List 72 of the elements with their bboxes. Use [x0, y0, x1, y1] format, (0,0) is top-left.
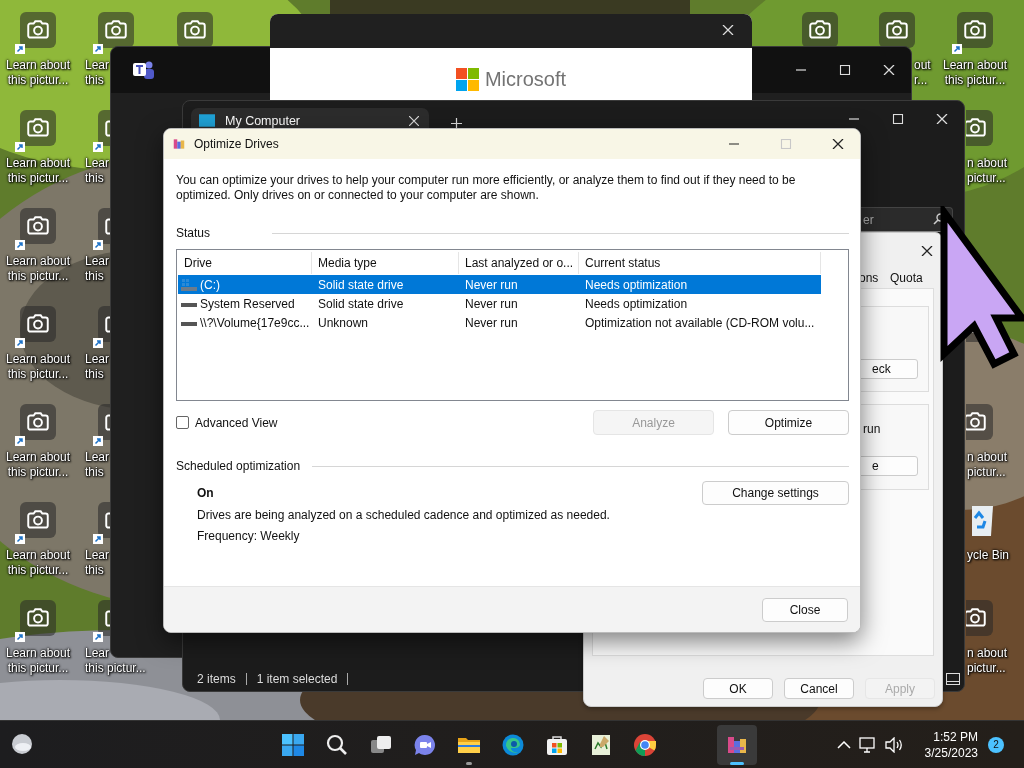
table-cell: (C:) — [178, 277, 312, 292]
icon-label[interactable]: this — [85, 465, 104, 480]
icon-label[interactable]: ycle Bin — [967, 548, 1010, 563]
icon-label[interactable]: Lear — [85, 646, 110, 661]
icon-label[interactable]: this pictur... — [936, 73, 1014, 88]
icon-label[interactable]: this — [85, 171, 104, 186]
table-cell-text: Unknown — [317, 315, 370, 330]
column-header[interactable]: Current status — [579, 252, 821, 274]
icon-label[interactable]: this pictur... — [85, 661, 146, 676]
table-cell-text: Needs optimization — [584, 277, 689, 292]
icon-label[interactable]: this pictur... — [0, 269, 77, 284]
icon-label[interactable]: pictur... — [967, 171, 1006, 186]
icon-label[interactable]: r... — [914, 73, 928, 88]
icon-label[interactable]: Learn about — [0, 352, 77, 367]
icon-label[interactable]: n about — [967, 450, 1008, 465]
column-header[interactable]: Last analyzed or o... — [459, 252, 579, 274]
icon-label[interactable]: this pictur... — [0, 367, 77, 382]
icon-label[interactable]: Lear — [85, 450, 110, 465]
section-heading: Status — [176, 226, 212, 240]
table-cell-text: Solid state drive — [317, 277, 405, 292]
description-text: You can optimize your drives to help your computer run more efficiently, or analyze them to find out if they need to be optimized. Only drives on or connected to your computer are shown. — [176, 173, 797, 203]
schedule-description: Drives are being analyzed on a scheduled cadence and optimized as needed. — [197, 508, 611, 522]
group-text: run — [863, 422, 881, 436]
icon-label[interactable]: pictur... — [967, 465, 1006, 480]
table-cell-text: Needs optimization — [584, 296, 689, 311]
change-settings-button[interactable]: Change settings — [702, 481, 849, 505]
table-cell-text: Never run — [464, 296, 519, 311]
icon-label[interactable]: n about — [967, 156, 1008, 171]
table-cell-text: Never run — [464, 315, 519, 330]
dialog-button[interactable]: OK — [703, 678, 773, 699]
schedule-state: On — [197, 486, 214, 500]
icon-label[interactable]: Learn about — [0, 548, 77, 563]
table-cell-text: Solid state drive — [317, 296, 405, 311]
clock[interactable]: 1:52 PM 3/25/2023 — [924, 728, 978, 761]
brand-name: Microsoft — [484, 68, 567, 91]
icon-label[interactable]: this — [85, 563, 104, 578]
icon-label[interactable]: out — [914, 58, 931, 73]
icon-label[interactable]: this pictur... — [0, 465, 77, 480]
table-cell-text: Optimization not available (CD-ROM volu... — [584, 315, 816, 330]
drive-row[interactable]: \\?\Volume{17e9cc... Unknown Never run Optimization not available (CD-ROM volu... — [178, 313, 821, 332]
icon-label[interactable]: this pictur... — [0, 171, 77, 186]
icon-label[interactable]: Learn about — [0, 450, 77, 465]
optimize-button[interactable]: Optimize — [728, 410, 849, 435]
icon-label[interactable]: this — [85, 269, 104, 284]
dialog-button[interactable]: Cancel — [784, 678, 854, 699]
icon-label[interactable]: Learn about — [0, 254, 77, 269]
icon-label[interactable]: Lear — [85, 548, 110, 563]
dialog-tab[interactable]: Quota — [890, 271, 923, 285]
icon-label[interactable]: Learn about — [0, 156, 77, 171]
table-cell-text: Never run — [464, 277, 519, 292]
notification-badge[interactable]: 2 — [988, 736, 1004, 753]
icon-label[interactable]: pictur... — [967, 661, 1006, 676]
icon-label[interactable]: Learn about — [936, 58, 1014, 73]
close-button[interactable]: Close — [762, 597, 848, 622]
table-cell: \\?\Volume{17e9cc... — [178, 315, 312, 330]
icon-label[interactable]: Learn about — [0, 646, 77, 661]
drive-row[interactable]: System Reserved Solid state drive Never run Needs optimization — [178, 294, 821, 313]
frequency-text: Frequency: Weekly — [197, 529, 301, 543]
icon-label[interactable]: Lear — [85, 352, 110, 367]
table-cell: System Reserved — [178, 296, 312, 311]
section-heading: Scheduled optimization — [176, 459, 302, 473]
icon-label[interactable]: n about — [967, 646, 1008, 661]
icon-label[interactable]: Lear — [85, 254, 110, 269]
icon-label[interactable]: this pictur... — [0, 661, 77, 676]
column-header[interactable]: Drive — [178, 252, 312, 274]
column-header[interactable]: Media type — [312, 252, 459, 274]
drive-row[interactable]: (C:) Solid state drive Never run Needs optimization — [178, 275, 821, 294]
status-text: 1 item selected — [246, 673, 349, 685]
icon-label[interactable]: this — [85, 367, 104, 382]
advanced-view-checkbox[interactable]: Advanced View — [176, 415, 278, 430]
status-text: 2 items — [197, 673, 247, 685]
icon-label[interactable]: this pictur... — [0, 563, 77, 578]
